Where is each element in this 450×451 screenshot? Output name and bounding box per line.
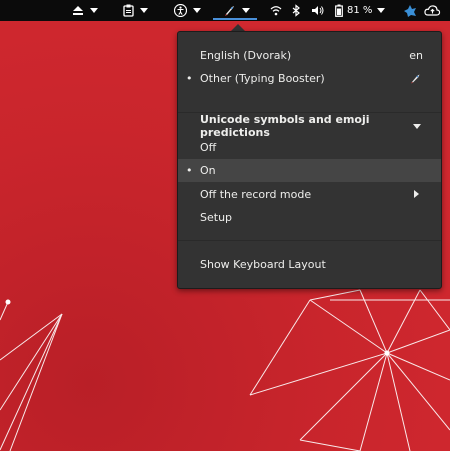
chevron-down-icon [193,8,201,13]
selected-bullet: • [186,164,193,177]
battery-icon [335,4,343,17]
menu-item-off[interactable]: Off [178,136,441,159]
menu-item-label: Setup [200,211,233,224]
menu-item-label: Off [200,141,217,154]
accessibility-icon [174,4,187,17]
chevron-down-icon [140,8,148,13]
menu-item-label: Other (Typing Booster) [200,72,325,85]
menu-item-typing-booster[interactable]: • Other (Typing Booster) [178,67,441,90]
eject-menu[interactable] [72,0,98,21]
menu-item-show-keyboard-layout[interactable]: Show Keyboard Layout [178,253,441,276]
bluetooth-status[interactable] [292,0,301,21]
eject-icon [73,6,83,15]
extension-indicator[interactable] [403,0,417,21]
volume-status[interactable] [311,0,324,21]
input-method-icon [225,6,234,16]
chevron-down-icon [242,8,250,13]
menu-item-english-dvorak[interactable]: English (Dvorak) en [178,44,441,67]
volume-icon [312,6,324,15]
network-extension-icon [404,4,416,17]
menu-item-off-the-record[interactable]: Off the record mode [178,183,441,206]
battery-percent: 81 % [347,5,373,16]
language-code: en [409,49,423,62]
cloud-sync-indicator[interactable] [424,0,441,21]
menu-separator [178,240,441,241]
chevron-down-icon [377,8,386,13]
menu-item-label: On [200,164,216,177]
chevron-right-icon [414,190,419,198]
accessibility-menu[interactable] [174,0,201,21]
section-title: Unicode symbols and emoji predictions [200,112,370,139]
bluetooth-icon [292,4,300,17]
clipboard-icon [123,4,134,17]
menu-item-label: English (Dvorak) [200,49,292,62]
menu-item-label: Off the record mode [200,188,312,201]
input-method-dropdown: English (Dvorak) en • Other (Typing Boos… [177,31,442,289]
active-indicator [213,18,257,20]
section-unicode-predictions[interactable]: Unicode symbols and emoji predictions [178,112,441,139]
menu-item-setup[interactable]: Setup [178,206,441,229]
wifi-status[interactable] [270,0,282,21]
top-panel: 81 % [0,0,450,21]
menu-item-on[interactable]: • On [178,159,441,182]
menu-item-label: Show Keyboard Layout [200,258,326,271]
cloud-sync-icon [424,5,441,16]
chevron-down-icon [413,124,421,129]
chevron-down-icon [90,8,98,13]
selected-bullet: • [186,72,193,85]
rocket-icon [411,74,420,84]
clipboard-menu[interactable] [123,0,148,21]
battery-menu[interactable]: 81 % [335,0,386,21]
wifi-icon [270,6,282,16]
